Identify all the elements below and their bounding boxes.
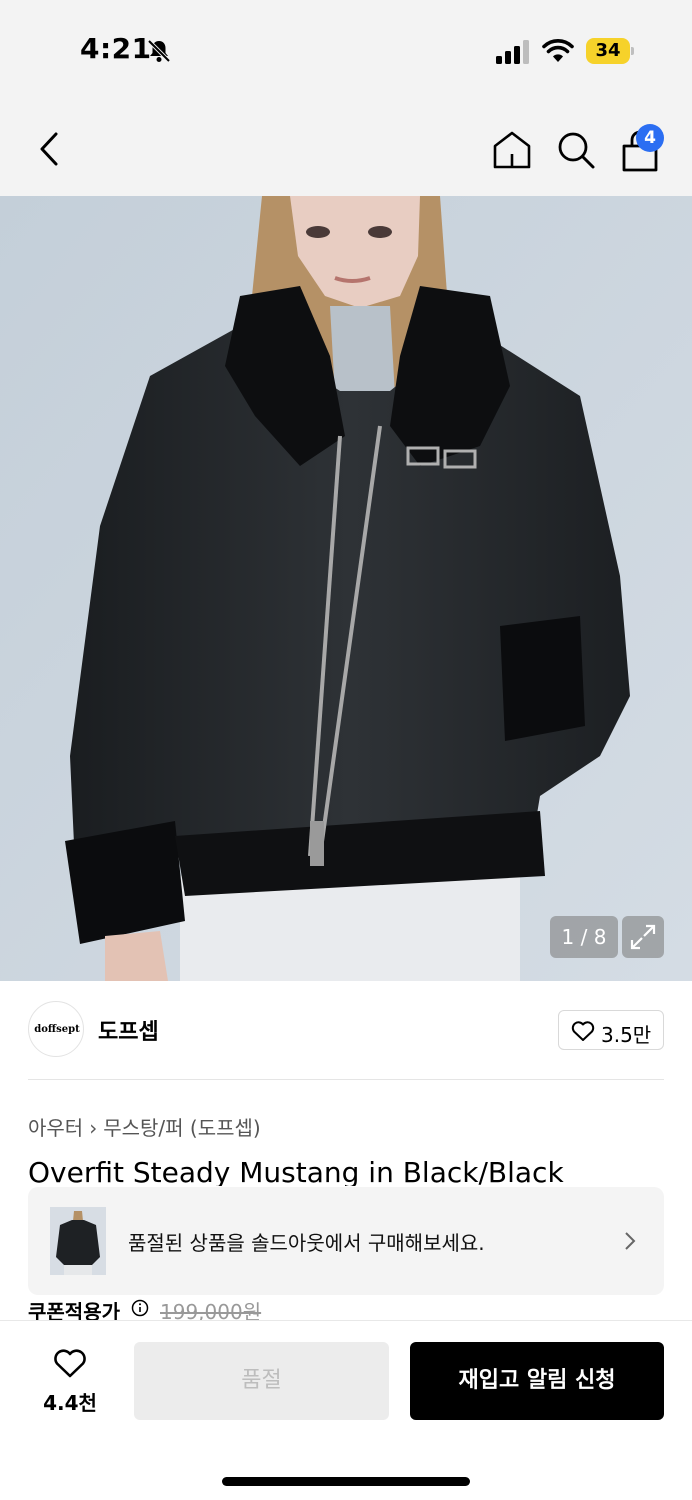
wifi-icon — [542, 39, 574, 62]
expand-icon — [630, 924, 656, 950]
cart-count-badge: 4 — [636, 124, 664, 152]
search-icon[interactable] — [554, 128, 598, 172]
wishlist-count: 4.4천 — [43, 1391, 97, 1415]
breadcrumb-category[interactable]: 아우터 — [28, 1116, 83, 1140]
brand-name[interactable]: 도프셉 — [98, 1014, 159, 1046]
divider — [28, 1079, 664, 1080]
product-photo — [0, 196, 692, 981]
breadcrumb: 아우터 › 무스탕/퍼 (도프셉) — [28, 1112, 261, 1141]
brand-logo[interactable]: doffsept — [28, 1001, 84, 1057]
cart-button[interactable]: 4 — [618, 124, 668, 174]
battery-cap — [631, 47, 634, 55]
heart-icon — [571, 1021, 595, 1041]
restock-alert-button[interactable]: 재입고 알림 신청 — [410, 1342, 664, 1420]
brand-logo-text: doffsept — [34, 1024, 80, 1035]
soldout-button[interactable]: 품절 — [134, 1342, 389, 1420]
soldout-banner-text: 품절된 상품을 솔드아웃에서 구매해보세요. — [128, 1231, 485, 1255]
status-time: 4:21 — [80, 32, 152, 65]
soldout-banner[interactable]: 품절된 상품을 솔드아웃에서 구매해보세요. — [28, 1187, 664, 1295]
home-icon[interactable] — [490, 128, 534, 172]
banner-thumbnail — [50, 1207, 106, 1275]
expand-button[interactable] — [622, 916, 664, 958]
bell-off-icon — [147, 39, 171, 63]
bottom-bar: 4.4천 품절 재입고 알림 신청 — [0, 1320, 692, 1500]
breadcrumb-subcategory[interactable]: 무스탕/퍼 (도프셉) — [103, 1116, 261, 1140]
back-arrow-icon[interactable] — [30, 128, 70, 170]
signal-icon — [496, 40, 529, 64]
brand-like-button[interactable]: 3.5만 — [558, 1010, 664, 1050]
image-counter: 1 / 8 — [550, 916, 618, 958]
brand-like-count: 3.5만 — [601, 1023, 652, 1047]
status-bar: 4:21 34 — [0, 0, 692, 100]
thumbnail-image — [50, 1207, 106, 1275]
info-icon[interactable] — [131, 1299, 149, 1317]
chevron-right-icon: › — [89, 1116, 98, 1140]
chevron-right-icon — [625, 1232, 636, 1250]
home-indicator[interactable] — [222, 1477, 470, 1486]
battery-level: 34 — [595, 40, 621, 61]
product-image[interactable] — [0, 196, 692, 981]
heart-icon — [54, 1349, 86, 1378]
nav-header: 4 — [0, 100, 692, 196]
wishlist-button[interactable]: 4.4천 — [30, 1343, 110, 1419]
product-title: Overfit Steady Mustang in Black/Black — [28, 1156, 564, 1186]
battery-indicator: 34 — [586, 38, 634, 64]
